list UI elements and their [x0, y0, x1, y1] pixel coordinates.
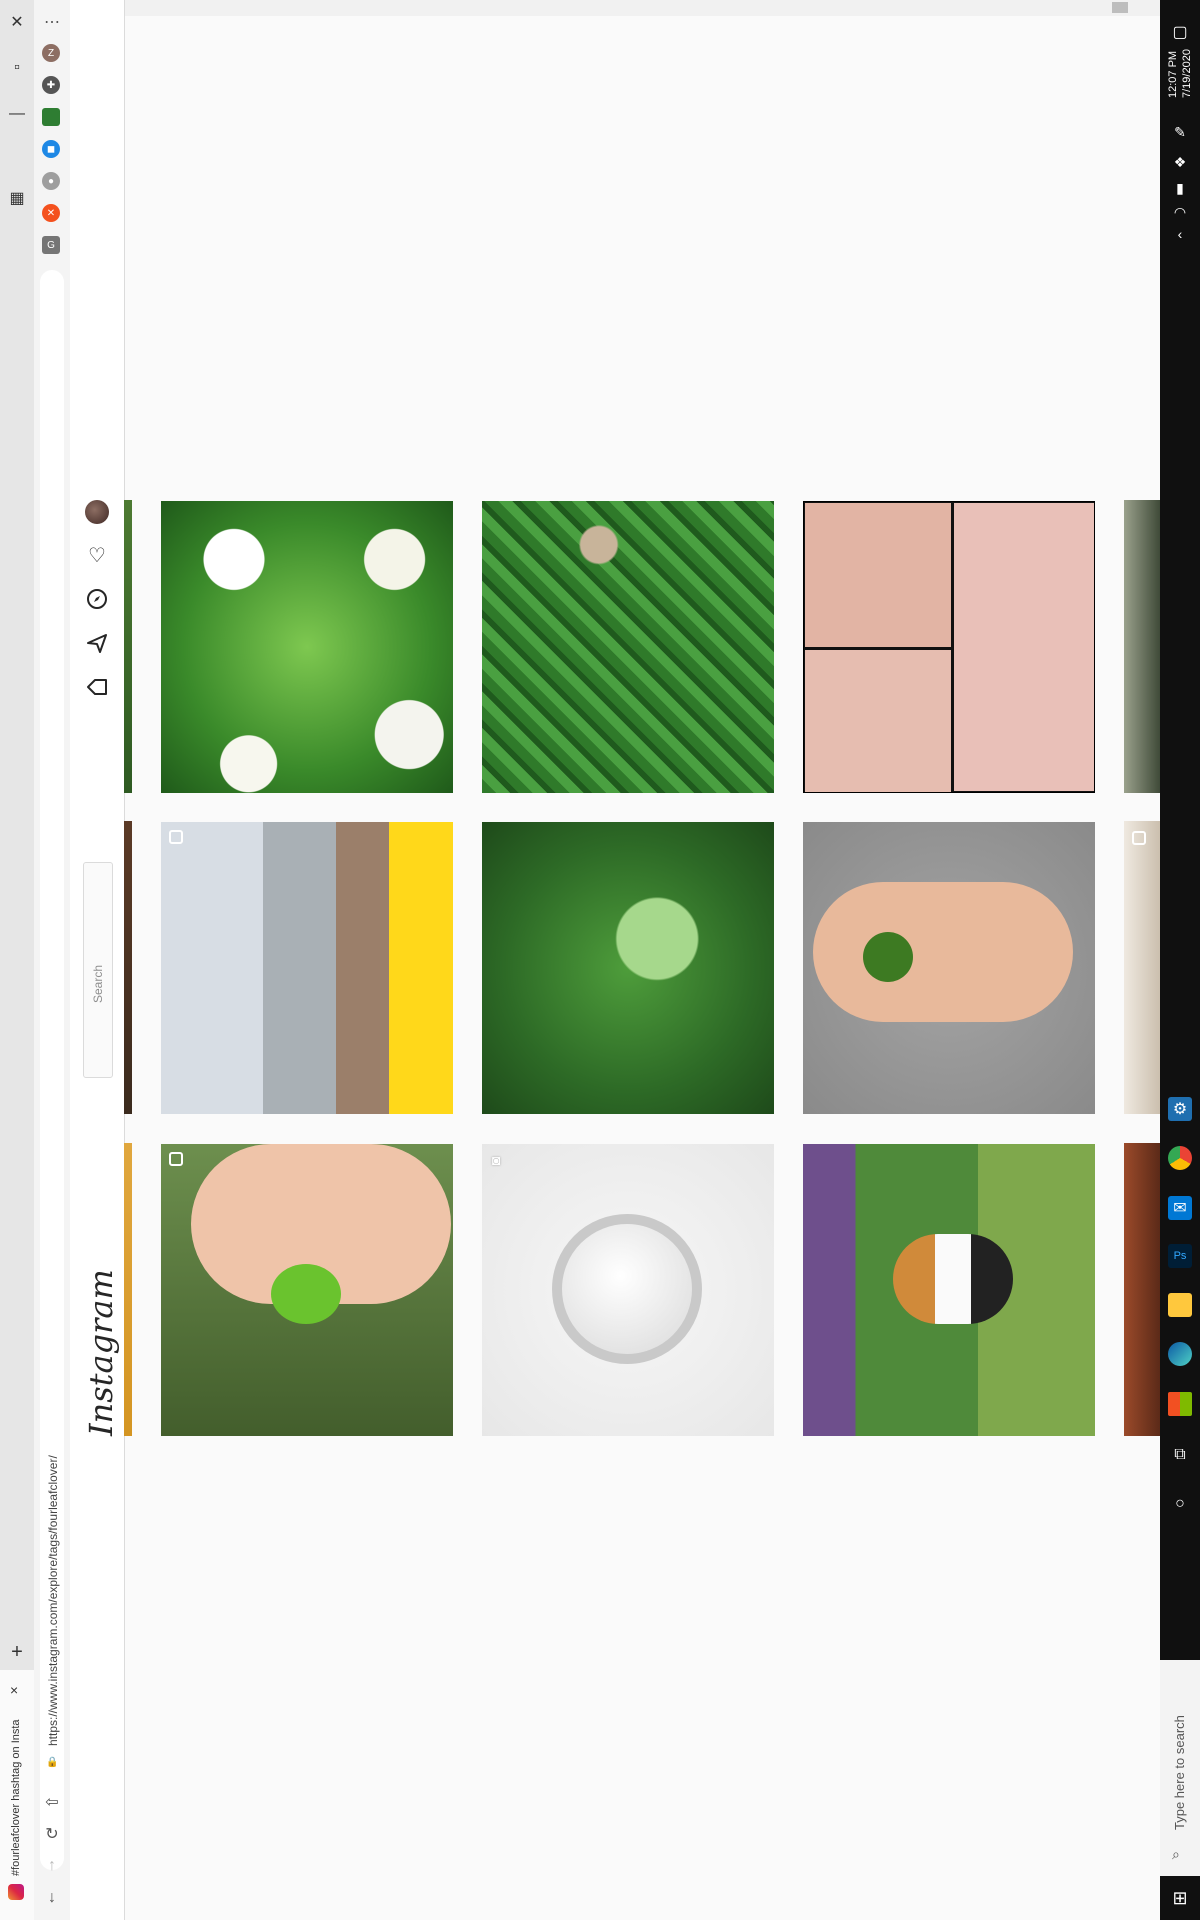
- outlook-icon[interactable]: ✉: [1168, 1196, 1192, 1220]
- notifications-icon[interactable]: ▢: [1168, 20, 1192, 44]
- post-tile[interactable]: [161, 1144, 453, 1436]
- search-icon: ⌕: [1172, 1846, 1180, 1862]
- hand: [813, 882, 1073, 1022]
- tab-title: #fourleafclover hashtag on Insta: [10, 1719, 22, 1876]
- partial-post-right-2[interactable]: [1124, 821, 1160, 1114]
- more-menu-icon[interactable]: ⋯: [40, 10, 64, 34]
- reload-icon[interactable]: ↻: [40, 1822, 64, 1846]
- battery-icon[interactable]: ▮: [1168, 176, 1192, 200]
- horizontal-scrollbar[interactable]: [70, 0, 1160, 16]
- post-tile[interactable]: [482, 501, 774, 793]
- wifi-icon[interactable]: ◠: [1168, 200, 1192, 224]
- post-tile[interactable]: [803, 1144, 1095, 1436]
- address-bar[interactable]: 🔒 https://www.instagram.com/explore/tags…: [40, 270, 64, 1870]
- tattoo-panel: [805, 503, 951, 647]
- post-tile[interactable]: [803, 501, 1095, 793]
- chrome-icon[interactable]: [1168, 1146, 1192, 1170]
- url-text[interactable]: https://www.instagram.com/explore/tags/f…: [46, 1455, 60, 1746]
- explore-icon[interactable]: [85, 587, 109, 611]
- tattoo-panel: [954, 503, 1094, 791]
- post-tile[interactable]: [161, 501, 453, 793]
- clock-date[interactable]: 7/19/2020: [1180, 49, 1194, 98]
- extension-image-icon[interactable]: [42, 108, 60, 126]
- extensions-icon[interactable]: ✚: [42, 76, 60, 94]
- cat: [893, 1234, 1013, 1324]
- chevron-up-icon[interactable]: ‹: [1168, 222, 1192, 246]
- post-tile[interactable]: [803, 822, 1095, 1114]
- clover: [271, 1264, 341, 1324]
- taskbar-search-input[interactable]: Type here to search ⌕: [1160, 1660, 1200, 1876]
- search-placeholder: Search: [91, 964, 105, 1003]
- extension-circle-icon[interactable]: ●: [42, 172, 60, 190]
- pen-icon[interactable]: ✎: [1168, 120, 1192, 144]
- close-icon[interactable]: ✕: [5, 10, 29, 34]
- close-tab-button[interactable]: ×: [10, 1682, 18, 1698]
- extension-blue-icon[interactable]: ◼: [42, 140, 60, 158]
- instagram-navbar: ♡ Search Instagram: [70, 0, 125, 1920]
- file-explorer-icon[interactable]: [1168, 1293, 1192, 1317]
- carousel-icon: [1132, 831, 1146, 845]
- back-icon[interactable]: ⇦: [40, 1790, 64, 1814]
- partial-post-left-1[interactable]: [124, 500, 132, 793]
- windows-start-icon[interactable]: ⊞: [1168, 1886, 1192, 1910]
- lock-icon: 🔒: [46, 1757, 59, 1768]
- edge-icon[interactable]: [1168, 1342, 1192, 1366]
- instagram-logo[interactable]: Instagram: [82, 1269, 120, 1436]
- pearl-pendant: [552, 1214, 702, 1364]
- home-icon[interactable]: [85, 675, 109, 699]
- carousel-icon: [169, 1152, 183, 1166]
- direct-icon[interactable]: [85, 631, 109, 655]
- post-tile[interactable]: [482, 822, 774, 1114]
- taskbar-search-placeholder: Type here to search: [1172, 1715, 1187, 1830]
- tab-actions-icon[interactable]: ▦: [5, 186, 29, 210]
- office-icon[interactable]: [1168, 1392, 1192, 1416]
- restore-icon[interactable]: ▫: [5, 56, 29, 80]
- extension-g-icon[interactable]: G: [42, 236, 60, 254]
- partial-post-left-2[interactable]: [124, 821, 132, 1114]
- minimize-icon[interactable]: —: [5, 102, 29, 126]
- post-tile[interactable]: ◙: [482, 1144, 774, 1436]
- carousel-icon: [169, 830, 183, 844]
- photoshop-icon[interactable]: Ps: [1168, 1244, 1192, 1268]
- scroll-thumb[interactable]: [1112, 2, 1128, 13]
- instagram-favicon-icon: [8, 1884, 24, 1900]
- download-icon[interactable]: ↓: [40, 1886, 64, 1910]
- video-icon: ◙: [492, 1152, 501, 1168]
- windows-taskbar: ▢ 12:07 PM 7/19/2020 ✎ ❖ ▮ ◠ ‹ ⚙ ✉ Ps ⧉ …: [1160, 0, 1200, 1920]
- partial-post-left-3[interactable]: [124, 1143, 132, 1436]
- cortana-icon[interactable]: ○: [1168, 1492, 1192, 1516]
- forward-icon[interactable]: ↑: [40, 1854, 64, 1878]
- post-tile[interactable]: [161, 822, 453, 1114]
- tab-strip: ✕ ▫ — ▦ + #fourleafclover hashtag on Ins…: [0, 0, 34, 1920]
- taskbar-app-icon[interactable]: ⚙: [1168, 1097, 1192, 1121]
- profile-avatar[interactable]: [85, 500, 109, 524]
- new-tab-button[interactable]: +: [5, 1640, 29, 1664]
- clock-time[interactable]: 12:07 PM: [1166, 51, 1180, 98]
- browser-toolbar: ⋯ Z ✚ ◼ ● ✕ G 🔒 https://www.instagram.co…: [34, 0, 71, 1920]
- tattoo-panel: [805, 650, 951, 792]
- partial-post-right-3[interactable]: [1124, 1143, 1160, 1436]
- search-input[interactable]: Search: [83, 862, 113, 1078]
- heart-icon[interactable]: ♡: [85, 543, 109, 567]
- partial-post-right-1[interactable]: [1124, 500, 1160, 793]
- extension-orange-icon[interactable]: ✕: [42, 204, 60, 222]
- dropbox-icon[interactable]: ❖: [1168, 150, 1192, 174]
- active-tab[interactable]: #fourleafclover hashtag on Insta ×: [0, 1670, 34, 1920]
- clover: [863, 932, 913, 982]
- task-view-icon[interactable]: ⧉: [1168, 1443, 1192, 1467]
- profile-icon[interactable]: Z: [42, 44, 60, 62]
